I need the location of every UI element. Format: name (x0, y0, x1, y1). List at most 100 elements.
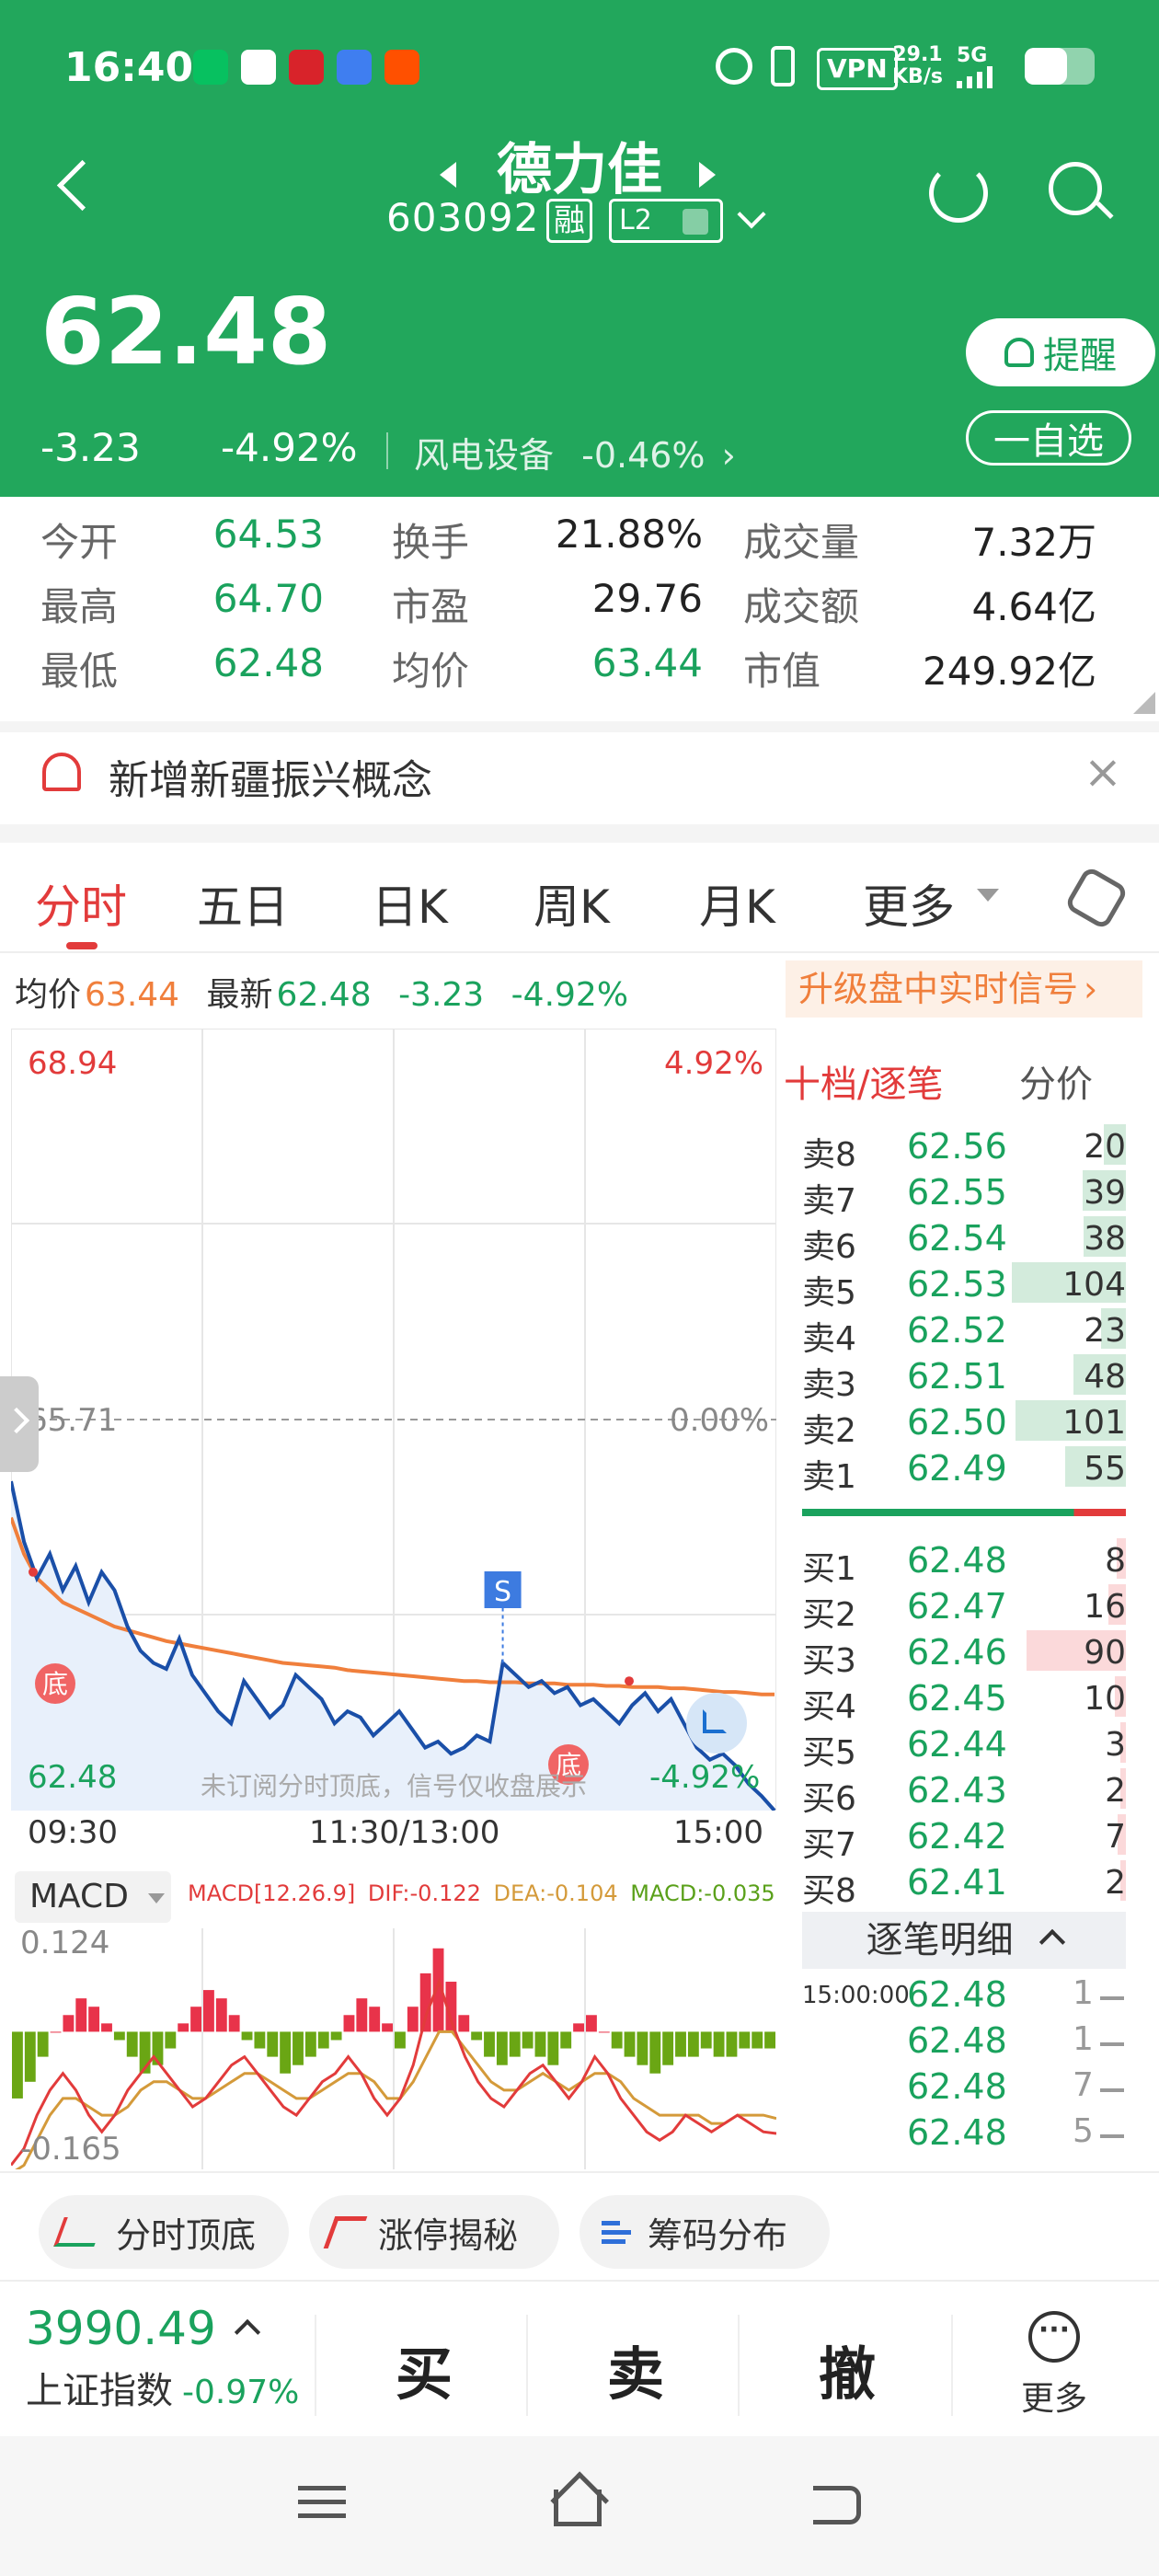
orderbook-price[interactable]: 62.52 (907, 1310, 1007, 1351)
ticks-header[interactable]: 逐笔明细 (802, 1912, 1126, 1969)
expand-corner-icon[interactable] (1133, 692, 1155, 714)
orderbook-volume: 23 (1084, 1312, 1126, 1350)
tick-price: 62.48 (907, 2112, 1007, 2153)
upgrade-signal-link[interactable]: 升级盘中实时信号 › (786, 960, 1142, 1018)
bottom-signal-dot (625, 1676, 634, 1686)
orderbook-price[interactable]: 62.42 (907, 1816, 1007, 1857)
notification-icons (193, 50, 419, 85)
tab-3[interactable]: 周K (534, 870, 610, 937)
back-icon[interactable] (56, 159, 109, 212)
tab-2[interactable]: 日K (372, 870, 448, 937)
tab-4[interactable]: 月K (699, 870, 775, 937)
notice-bar[interactable]: 新增新疆振兴概念 × (0, 732, 1159, 824)
macd-bar (752, 2031, 763, 2049)
tick-time: 15:00:00 (802, 1982, 910, 2009)
tick-volume: 1 (1073, 2020, 1094, 2058)
index-value[interactable]: 3990.49 (26, 2302, 260, 2355)
separator (0, 824, 1159, 843)
orderbook-volume: 38 (1084, 1220, 1126, 1258)
remind-button[interactable]: 提醒 (966, 318, 1155, 386)
orderbook-price[interactable]: 62.44 (907, 1724, 1007, 1765)
prev-stock-icon[interactable] (440, 162, 456, 188)
tab-1[interactable]: 五日 (197, 870, 289, 937)
more-label[interactable]: 更多 (1021, 2372, 1087, 2420)
orderbook-price[interactable]: 62.56 (907, 1126, 1007, 1167)
signal-line-icon (53, 2217, 105, 2247)
indicator-select[interactable]: MACD (15, 1871, 171, 1923)
intraday-chart[interactable]: S底底 (11, 1029, 776, 1811)
tab-5[interactable]: 更多 (863, 870, 955, 937)
orderbook-price[interactable]: 62.46 (907, 1632, 1007, 1673)
macd-bar (228, 2015, 240, 2032)
orderbook-price[interactable]: 62.54 (907, 1218, 1007, 1259)
orderbook-price[interactable]: 62.48 (907, 1540, 1007, 1581)
orderbook-price[interactable]: 62.49 (907, 1448, 1007, 1489)
orderbook-price[interactable]: 62.45 (907, 1678, 1007, 1719)
search-icon-handle (1096, 201, 1114, 220)
macd-bar (190, 2007, 201, 2032)
orderbook-price[interactable]: 62.55 (907, 1172, 1007, 1213)
level2-badge[interactable]: L2 (609, 199, 723, 243)
orderbook-price[interactable]: 62.47 (907, 1586, 1007, 1627)
mid-price-label: 65.71 (28, 1402, 118, 1439)
menu-icon[interactable] (298, 2486, 346, 2518)
macd-bar (88, 2007, 100, 2032)
max-pct-label: 4.92% (664, 1045, 764, 1082)
search-icon[interactable] (1049, 162, 1102, 215)
macd-bar (24, 2031, 36, 2082)
signal-label: 5G (957, 44, 988, 67)
orderbook-price[interactable]: 62.43 (907, 1770, 1007, 1811)
orderbook-price[interactable]: 62.51 (907, 1356, 1007, 1397)
avatar-app-icon (241, 50, 276, 85)
netease-icon (289, 50, 324, 85)
chip-limit-up[interactable]: 涨停揭秘 (309, 2195, 559, 2269)
notice-text: 新增新疆振兴概念 (109, 757, 432, 804)
next-stock-icon[interactable] (699, 162, 716, 188)
orderbook-level-label: 卖7 (802, 1182, 856, 1220)
macd-bar (611, 2031, 623, 2049)
refresh-icon[interactable] (929, 164, 988, 223)
orderbook-volume: 8 (1105, 1542, 1126, 1580)
bell-icon (1004, 338, 1034, 367)
macd-bar (573, 2023, 584, 2032)
tick-price: 62.48 (907, 1974, 1007, 2015)
settings-icon[interactable] (1063, 865, 1130, 931)
alarm-icon (716, 48, 752, 85)
sell-button[interactable]: 卖 (607, 2328, 664, 2410)
tick-volume: 5 (1073, 2112, 1094, 2150)
orderbook-volume: 101 (1062, 1404, 1126, 1442)
macd-bar (101, 2023, 112, 2032)
orderbook-price[interactable]: 62.41 (907, 1862, 1007, 1903)
more-caret-icon[interactable] (977, 889, 999, 902)
back-nav-icon[interactable] (813, 2486, 861, 2524)
orderbook-level-label: 买2 (802, 1596, 856, 1634)
buy-button[interactable]: 买 (396, 2328, 453, 2410)
orderbook-price[interactable]: 62.50 (907, 1402, 1007, 1443)
macd-bar (382, 2023, 393, 2032)
orderbook-price[interactable]: 62.53 (907, 1264, 1007, 1305)
time-label-open: 09:30 (28, 1814, 118, 1851)
orderbook-title[interactable]: 十档/逐笔 (784, 1054, 943, 1108)
close-icon[interactable]: × (1084, 745, 1122, 799)
fullscreen-button[interactable] (686, 1693, 747, 1754)
tab-0[interactable]: 分时 (35, 870, 127, 937)
macd-bar (547, 2031, 559, 2065)
chip-chip-distribution[interactable]: 筹码分布 (580, 2195, 830, 2269)
chip-intraday-signal[interactable]: 分时顶底 (39, 2195, 289, 2269)
orderbook-level-label: 卖5 (802, 1274, 856, 1312)
macd-bar (126, 2031, 138, 2057)
side-drawer-handle[interactable] (0, 1376, 39, 1472)
orderbook-volume: 16 (1084, 1588, 1126, 1626)
more-icon[interactable]: ··· (1028, 2311, 1080, 2363)
chevron-down-icon[interactable] (737, 200, 766, 229)
orderbook-level-label: 卖8 (802, 1136, 856, 1174)
macd-chart[interactable] (11, 1928, 776, 2169)
orderbook-sub[interactable]: 分价 (1019, 1054, 1093, 1108)
cancel-button[interactable]: 撤 (819, 2328, 876, 2410)
watchlist-button[interactable]: 一自选 (966, 410, 1131, 466)
sector-link[interactable]: 风电设备 -0.46% › (414, 427, 736, 477)
info-line: 均价 63.44 最新 62.48 -3.23 -4.92% (15, 976, 629, 1014)
macd-bar (624, 2031, 636, 2057)
browser-icon (337, 50, 372, 85)
macd-bar (75, 1998, 87, 2032)
